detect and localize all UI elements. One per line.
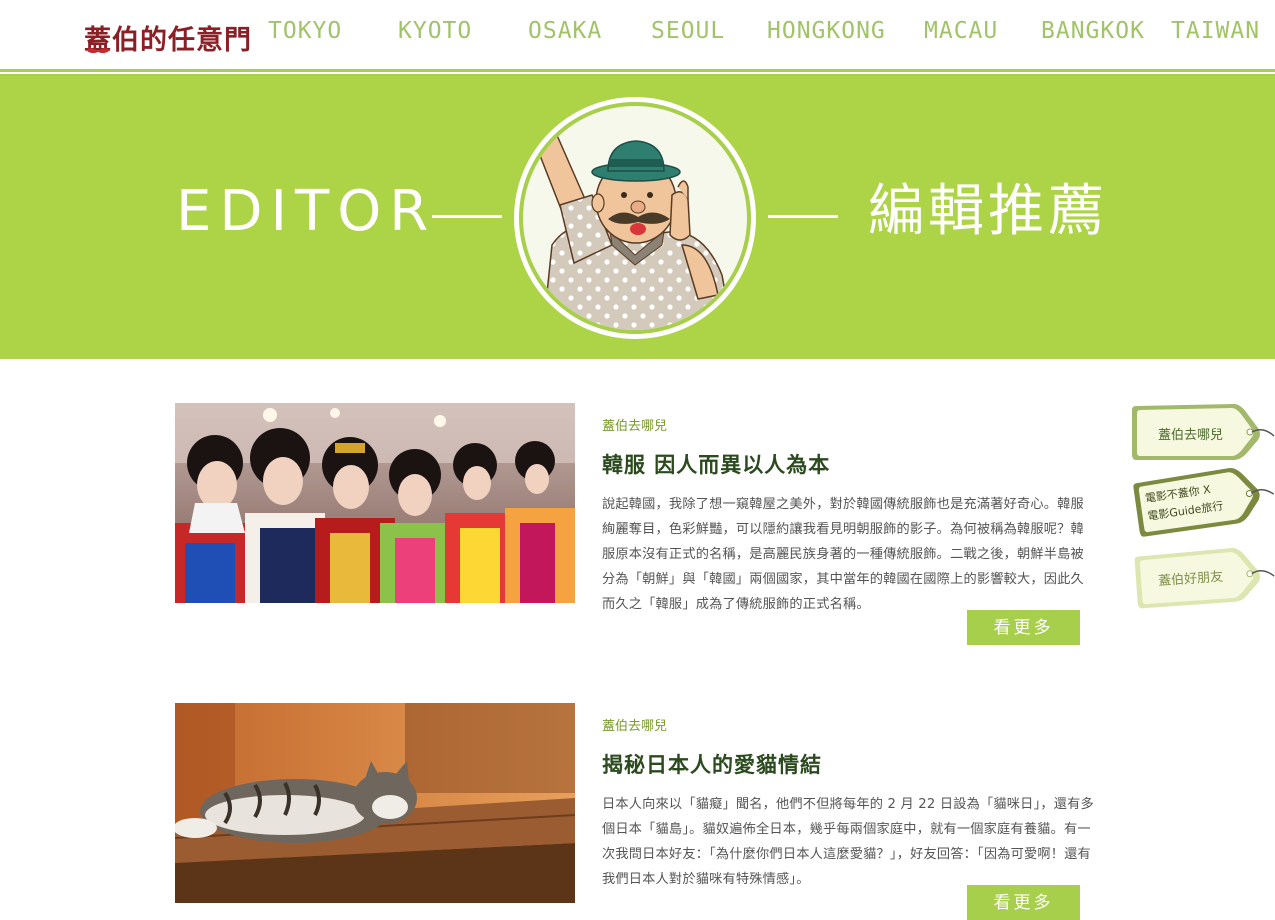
editor-banner: EDITOR 編輯推薦 — [0, 76, 1275, 359]
hanbok-parade-photo — [175, 403, 575, 603]
main-nav: TOKYO KYOTO OSAKA SEOUL HONGKONG MACAU B… — [0, 18, 1275, 48]
nav-item-bangkok[interactable]: BANGKOK — [1041, 18, 1145, 44]
article-title[interactable]: 韓服 因人而異以人為本 — [602, 449, 830, 479]
side-tag-movie-guide[interactable]: 電影不蓋你 X 電影Guide旅行 — [1128, 458, 1275, 543]
article-card: 蓋伯去哪兒 韓服 因人而異以人為本 說起韓國，我除了想一窺韓屋之美外，對於韓國傳… — [175, 403, 1095, 645]
nav-item-kyoto[interactable]: KYOTO — [398, 18, 472, 44]
article-summary: 說起韓國，我除了想一窺韓屋之美外，對於韓國傳統服飾也是充滿著好奇心。韓服絢麗奪目… — [602, 497, 1084, 612]
article-category[interactable]: 蓋伯去哪兒 — [602, 715, 667, 734]
banner-title-english: EDITOR — [176, 179, 437, 244]
banner-title-chinese: 編輯推薦 — [868, 179, 1108, 244]
article-summary: 日本人向來以「貓癡」聞名，他們不但將每年的 2 月 22 日設為「貓咪日」，還有… — [602, 797, 1094, 887]
read-more-button[interactable]: 看更多 — [967, 610, 1080, 645]
sleeping-cat-photo — [175, 703, 575, 903]
nav-item-hongkong[interactable]: HONGKONG — [767, 18, 886, 44]
article-thumbnail-hanbok[interactable] — [175, 403, 575, 603]
side-tags: 蓋伯去哪兒 電影不蓋你 X 電影Guide旅行 蓋伯好朋友 — [1128, 400, 1275, 610]
nav-item-macau[interactable]: MACAU — [924, 18, 998, 44]
side-tag-friends[interactable]: 蓋伯好朋友 — [1130, 541, 1275, 613]
header-divider — [0, 69, 1275, 72]
nav-item-taiwan[interactable]: TAIWAN — [1171, 18, 1260, 44]
nav-item-tokyo[interactable]: TOKYO — [268, 18, 342, 44]
banner-dash-right — [768, 215, 838, 218]
tag-label: 蓋伯去哪兒 — [1158, 428, 1224, 443]
nav-item-seoul[interactable]: SEOUL — [651, 18, 725, 44]
nav-item-osaka[interactable]: OSAKA — [528, 18, 602, 44]
editor-avatar — [512, 95, 758, 341]
article-category[interactable]: 蓋伯去哪兒 — [602, 415, 667, 434]
read-more-button[interactable]: 看更多 — [967, 885, 1080, 920]
editor-character-illustration — [514, 97, 756, 339]
article-thumbnail-cat[interactable] — [175, 703, 575, 903]
side-tag-gaibo-where[interactable]: 蓋伯去哪兒 — [1128, 400, 1275, 464]
banner-dash-left — [432, 215, 502, 218]
site-header: 蓋伯的任意門 TOKYO KYOTO OSAKA SEOUL HONGKONG … — [0, 0, 1275, 70]
article-title[interactable]: 揭秘日本人的愛貓情結 — [602, 749, 822, 779]
article-card: 蓋伯去哪兒 揭秘日本人的愛貓情結 日本人向來以「貓癡」聞名，他們不但將每年的 2… — [175, 703, 1095, 920]
